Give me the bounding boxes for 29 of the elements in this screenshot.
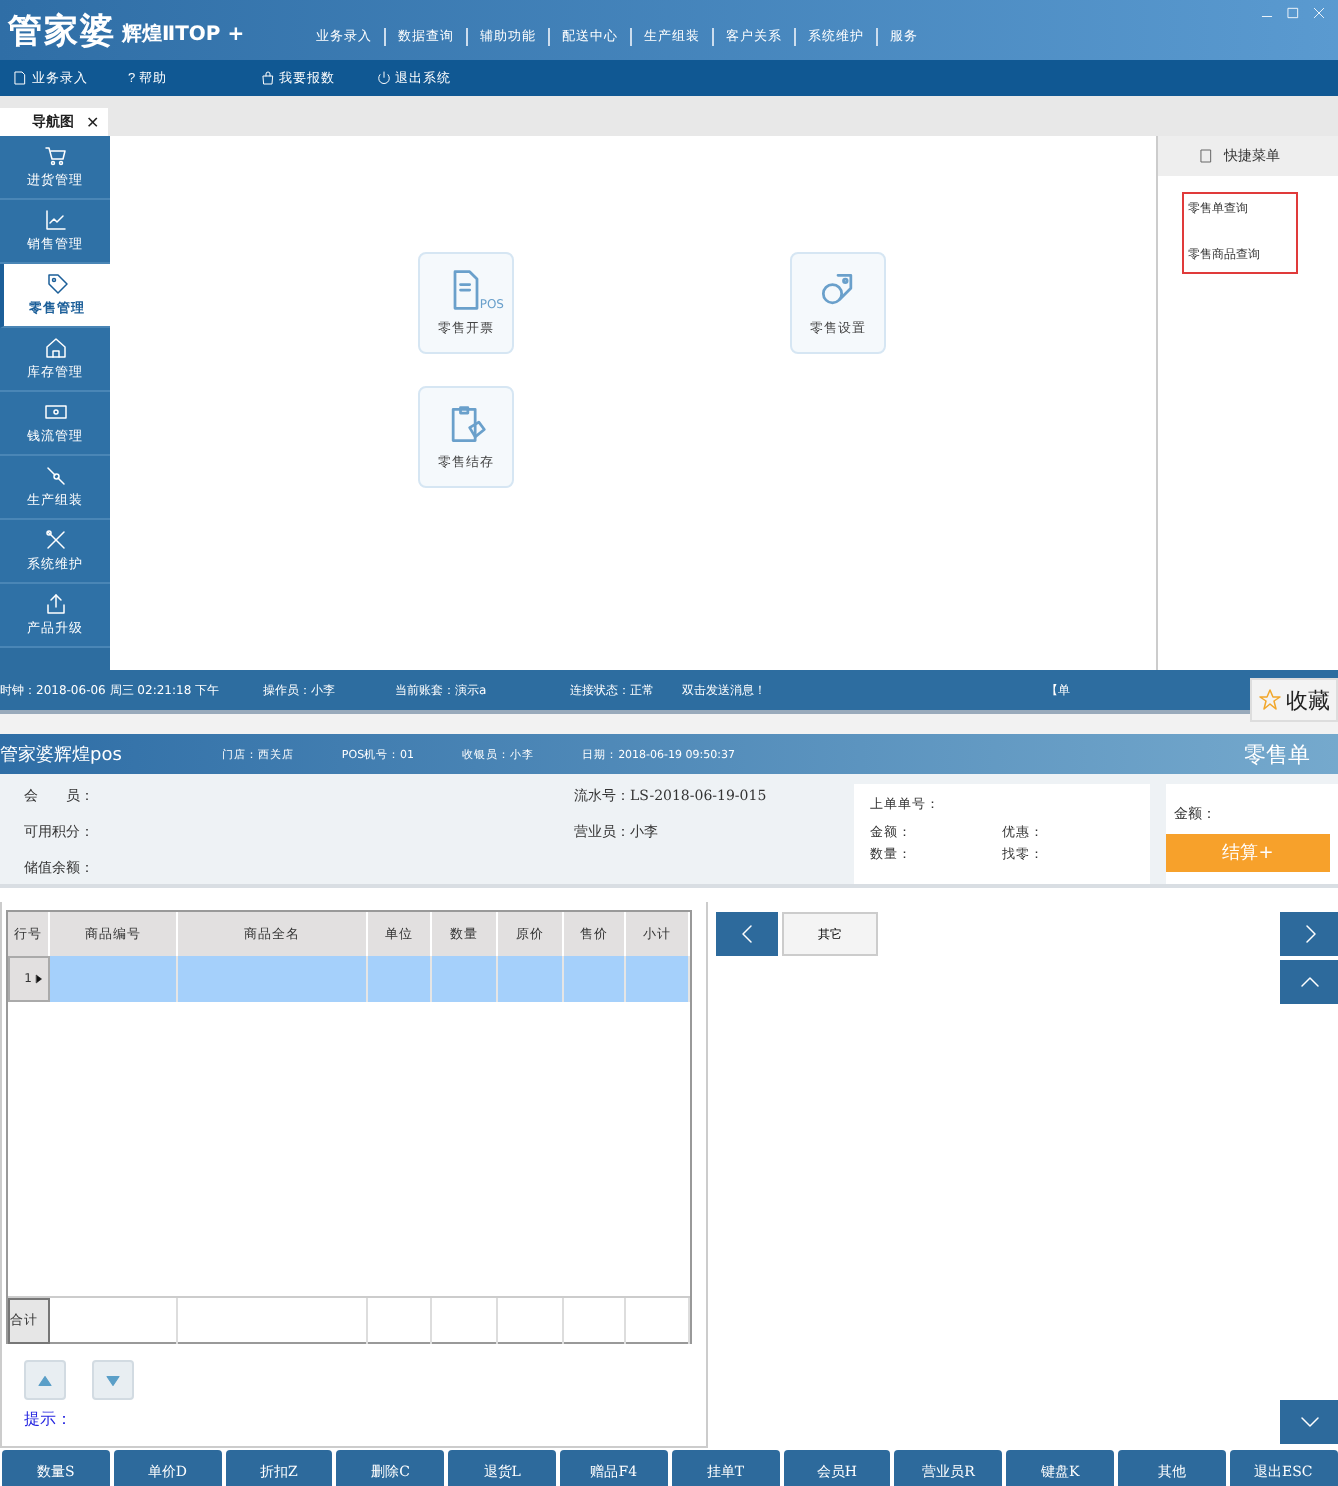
next-button[interactable] (1280, 912, 1338, 956)
triangle-up-icon (36, 1371, 54, 1389)
tag-icon (45, 272, 69, 296)
triangle-down-icon (104, 1371, 122, 1389)
document-icon (12, 70, 28, 86)
cart-icon (43, 144, 67, 168)
edition-label: 辉煌ⅡTOP + (122, 21, 245, 48)
upload-icon (43, 592, 67, 616)
scroll-down-button[interactable] (92, 1360, 134, 1400)
bag-icon (259, 70, 276, 86)
line-chart-icon (43, 208, 67, 232)
close-icon[interactable]: ✕ (86, 113, 100, 131)
star-icon (1258, 688, 1282, 712)
power-icon (375, 70, 392, 86)
close-icon (1312, 6, 1326, 20)
house-icon (43, 336, 67, 360)
document-type: 零售单 (1244, 739, 1310, 769)
document-icon (1198, 148, 1214, 164)
scroll-up-button[interactable] (24, 1360, 66, 1400)
cash-icon (43, 400, 67, 424)
favorite-button[interactable]: 收藏 (1250, 678, 1338, 722)
page-up-button[interactable] (1280, 960, 1338, 1004)
row-pointer-icon (34, 974, 44, 984)
app-logo: 管家婆 (8, 9, 116, 53)
page-down-button[interactable] (1280, 1400, 1338, 1444)
hint-label: 提示： (24, 1408, 74, 1430)
maximize-icon (1286, 6, 1300, 20)
pos-title: 管家婆辉煌pos (0, 743, 122, 767)
tools-icon (43, 528, 67, 552)
